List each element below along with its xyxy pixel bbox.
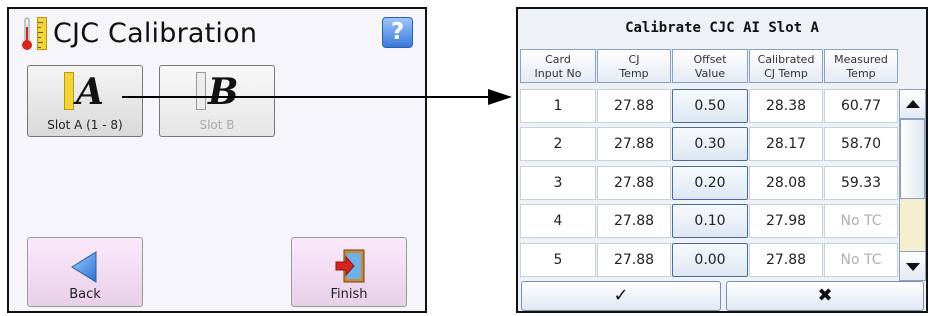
header-line: Temp [619,67,649,80]
scroll-up-button[interactable] [899,89,926,119]
slot-a-letter: A [76,71,104,113]
cell-input: 3 [520,166,596,200]
cell-calibrated: 28.08 [749,166,823,200]
cell-measured: 58.70 [824,127,898,161]
calibrate-cjc-panel: Calibrate CJC AI Slot A Card Input No CJ… [516,7,928,313]
cell-calibrated: 27.88 [749,243,823,277]
cell-calibrated: 27.98 [749,204,823,238]
confirm-button[interactable]: ✓ [521,281,721,311]
offset-input[interactable]: 0.00 [672,243,748,277]
finish-button[interactable]: Finish [291,237,407,307]
page-title: CJC Calibration [53,18,258,49]
cell-input: 5 [520,243,596,277]
arrow-up-icon [906,100,920,108]
cell-measured: No TC [824,204,898,238]
slot-b-button[interactable]: B Slot B [159,65,275,137]
cell-cj-temp: 27.88 [597,243,671,277]
header-line: Input No [534,67,582,80]
panel-header: CJC Calibration ? [9,9,425,57]
cell-cj-temp: 27.88 [597,166,671,200]
header-line: Calibrated [757,53,815,66]
slot-b-icon: B [196,72,246,112]
back-button[interactable]: Back [27,237,143,307]
ruler-icon [64,72,74,110]
slot-a-icon: A [64,72,114,112]
scroll-track[interactable] [899,119,926,251]
offset-input[interactable]: 0.50 [672,89,748,123]
cell-cj-temp: 27.88 [597,89,671,123]
arrow-down-icon [906,263,920,271]
close-icon: ✖ [817,285,833,306]
offset-input[interactable]: 0.30 [672,127,748,161]
thermometer-icon [22,17,32,50]
header-line: Card [545,53,571,66]
column-header-measured: Measured Temp [824,49,898,83]
cell-measured: 60.77 [824,89,898,123]
header-line: Value [694,67,726,80]
cjc-calibration-panel: CJC Calibration ? A Slot A (1 - 8) B Slo… [7,7,427,313]
offset-input[interactable]: 0.20 [672,166,748,200]
slot-b-letter: B [208,71,239,113]
checkmark-icon: ✓ [613,285,629,306]
scroll-down-button[interactable] [899,251,926,281]
cell-calibrated: 28.17 [749,127,823,161]
header-line: CJ [628,53,640,66]
cell-input: 4 [520,204,596,238]
column-header-calibrated: Calibrated CJ Temp [749,49,823,83]
cell-measured: 59.33 [824,166,898,200]
ruler-icon [196,72,206,110]
scroll-thumb[interactable] [900,119,925,199]
header-line: Temp [846,67,876,80]
back-arrow-icon [71,251,97,283]
help-button[interactable]: ? [382,17,413,48]
back-label: Back [69,287,101,302]
column-header-card-input: Card Input No [520,49,596,83]
slot-a-button[interactable]: A Slot A (1 - 8) [27,65,143,137]
exit-door-icon [335,249,365,283]
cell-cj-temp: 27.88 [597,127,671,161]
offset-input[interactable]: 0.10 [672,204,748,238]
cell-cj-temp: 27.88 [597,204,671,238]
cell-input: 1 [520,89,596,123]
column-header-offset: Offset Value [672,49,748,83]
finish-label: Finish [330,287,368,302]
cell-input: 2 [520,127,596,161]
slot-b-label: Slot B [199,118,235,132]
header-line: Measured [834,53,888,66]
cancel-button[interactable]: ✖ [726,281,924,311]
cell-measured: No TC [824,243,898,277]
header-line: CJ Temp [764,67,808,80]
table-scrollbar[interactable] [899,89,926,281]
header-line: Offset [693,53,727,66]
ruler-icon [37,17,47,50]
cell-calibrated: 28.38 [749,89,823,123]
panel-title: Calibrate CJC AI Slot A [625,20,819,36]
slot-a-label: Slot A (1 - 8) [47,118,123,132]
column-header-cj-temp: CJ Temp [597,49,671,83]
